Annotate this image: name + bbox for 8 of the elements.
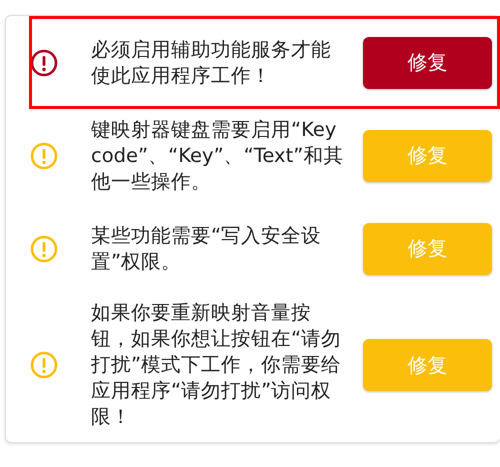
fix-button[interactable]: 修复 [363, 130, 492, 182]
message-text: 如果你要重新映射音量按钮，如果你想让按钮在“请勿打扰”模式下工作，你需要给应用程序“请勿打扰”访问权限！ [91, 300, 342, 430]
fix-button[interactable]: 修复 [363, 36, 492, 88]
message-text: 必须启用辅助功能服务才能使此应用程序工作！ [91, 36, 332, 88]
message-text: 某些功能需要“写入安全设置”权限。 [91, 222, 322, 274]
message-text: 键映射器键盘需要启用“Key code”、“Key”、“Text”和其他一些操作。 [91, 116, 344, 194]
fix-button[interactable]: 修复 [363, 339, 492, 391]
fix-button[interactable]: 修复 [363, 222, 492, 274]
